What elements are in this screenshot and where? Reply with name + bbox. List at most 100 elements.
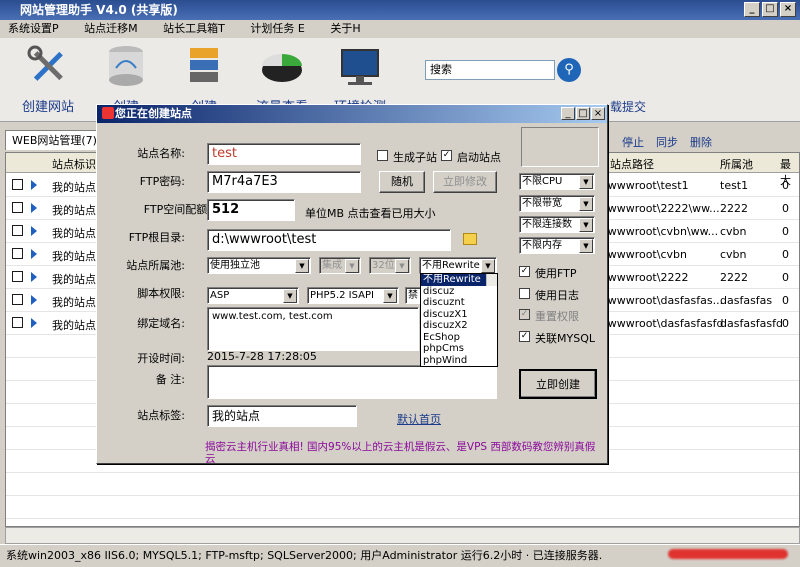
row-checkbox[interactable]: [12, 317, 23, 328]
pool-select[interactable]: 使用独立池 ▼: [207, 257, 311, 274]
stop-link[interactable]: 停止: [622, 134, 644, 150]
script-select[interactable]: ASP ▼: [207, 287, 299, 304]
row-pool: cvbn: [720, 248, 747, 261]
conn-limit-select[interactable]: 不限连接数 ▼: [519, 216, 595, 233]
app-title: 网站管理助手 V4.0 (共享版): [20, 3, 178, 17]
reset-perm-label: 重置权限: [535, 310, 579, 323]
rewrite-dropdown-list[interactable]: 不用Rewrite discuz discuznt discuzX1 discu…: [420, 273, 498, 367]
toolbar-submit-text[interactable]: 载提交: [610, 98, 646, 115]
site-name-input[interactable]: test: [207, 143, 361, 165]
search-icon[interactable]: ⚲: [557, 58, 581, 82]
menu-about[interactable]: 关于H: [330, 22, 360, 35]
tag-input[interactable]: 我的站点: [207, 405, 357, 427]
row-checkbox[interactable]: [12, 294, 23, 305]
menu-tasks[interactable]: 计划任务 E: [250, 22, 304, 35]
row-name: 我的站点: [52, 250, 96, 263]
tag-label: 站点标签:: [137, 409, 185, 422]
rewrite-option[interactable]: discuzX1: [421, 309, 497, 321]
chevron-down-icon: ▼: [345, 259, 359, 273]
rewrite-option[interactable]: phpCms: [421, 343, 497, 355]
rewrite-option[interactable]: phpWind: [421, 355, 497, 367]
row-max: 0: [782, 294, 789, 307]
row-name: 我的站点: [52, 296, 96, 309]
folder-icon[interactable]: [463, 233, 477, 245]
rewrite-option[interactable]: EcShop: [421, 332, 497, 344]
chevron-down-icon: ▼: [395, 259, 409, 273]
col-path: 站点路径: [610, 158, 654, 171]
row-checkbox[interactable]: [12, 202, 23, 213]
row-path: \wwwroot\2222\ww...: [604, 202, 720, 215]
dialog-close-button[interactable]: ×: [591, 107, 605, 120]
row-checkbox[interactable]: [12, 225, 23, 236]
minimize-button[interactable]: _: [744, 2, 760, 17]
server-icon: [180, 42, 228, 90]
delete-link[interactable]: 删除: [690, 134, 712, 150]
create-site-tool[interactable]: 创建网站: [12, 42, 84, 115]
pipeline-select[interactable]: 集成 ▼: [319, 257, 361, 274]
note-textarea[interactable]: [207, 365, 497, 399]
row-name: 我的站点: [52, 204, 96, 217]
sub-site-checkbox[interactable]: [377, 150, 388, 161]
create-site-dialog: 您正在创建站点 _ □ × 站点名称: test 生成子站 ✓ 启动站点 FTP…: [96, 104, 608, 465]
wrench-icon: [24, 42, 72, 90]
menubar: 系统设置P 站点迁移M 站长工具箱T 计划任务 E 关于H: [0, 20, 800, 38]
memory-limit-select[interactable]: 不限内存 ▼: [519, 237, 595, 254]
menu-system[interactable]: 系统设置P: [8, 22, 59, 35]
chevron-down-icon: ▼: [579, 218, 593, 232]
use-log-checkbox[interactable]: [519, 288, 530, 299]
quota-note[interactable]: 单位MB 点击查看已用大小: [305, 205, 436, 221]
reset-perm-checkbox[interactable]: ✓: [519, 309, 530, 320]
pie-chart-icon: [258, 42, 306, 90]
row-name: 我的站点: [52, 273, 96, 286]
rewrite-select[interactable]: 不用Rewrite ▼: [419, 257, 497, 274]
php-select[interactable]: PHP5.2 ISAPI ▼: [307, 287, 399, 304]
rewrite-option[interactable]: discuz: [421, 286, 497, 298]
menu-tools[interactable]: 站长工具箱T: [163, 22, 225, 35]
sub-site-label: 生成子站: [393, 151, 437, 164]
link-mysql-checkbox[interactable]: ✓: [519, 331, 530, 342]
app-titlebar: 网站管理助手 V4.0 (共享版) _ □ ×: [0, 0, 800, 20]
row-max: 0: [782, 271, 789, 284]
cpu-limit-value: 不限CPU: [522, 176, 563, 187]
ftp-pwd-input[interactable]: M7r4a7E3: [207, 171, 361, 193]
rewrite-option[interactable]: discuzX2: [421, 320, 497, 332]
create-now-button[interactable]: 立即创建: [519, 369, 597, 399]
start-site-checkbox[interactable]: ✓: [441, 150, 452, 161]
row-pool: 2222: [720, 271, 748, 284]
search-input[interactable]: 搜索: [425, 60, 555, 80]
cpu-limit-select[interactable]: 不限CPU ▼: [519, 173, 595, 190]
row-name: 我的站点: [52, 319, 96, 332]
maximize-button[interactable]: □: [762, 2, 778, 17]
rewrite-option[interactable]: discuznt: [421, 297, 497, 309]
ad-text[interactable]: 揭密云主机行业真相! 国内95%以上的云主机是假云、是VPS 西部数码教您辨别真…: [205, 441, 599, 465]
script-label: 脚本权限:: [137, 287, 185, 300]
bits-select[interactable]: 32位 ▼: [369, 257, 411, 274]
tab-web-manage[interactable]: WEB网站管理(7): [5, 130, 104, 150]
row-path: \wwwroot\dasfasfasfd: [604, 317, 724, 330]
php-extra-select[interactable]: 禁: [405, 287, 421, 304]
row-max: 0: [782, 248, 789, 261]
row-checkbox[interactable]: [12, 248, 23, 259]
dialog-maximize-button[interactable]: □: [576, 107, 590, 120]
ftp-root-input[interactable]: d:\wwwroot\test: [207, 229, 451, 251]
row-checkbox[interactable]: [12, 271, 23, 282]
ftp-quota-input[interactable]: 512: [207, 199, 295, 221]
dropdown-scrollbar[interactable]: [486, 274, 497, 286]
bandwidth-limit-select[interactable]: 不限带宽 ▼: [519, 195, 595, 212]
script-value: ASP: [210, 290, 230, 301]
row-pool: cvbn: [720, 225, 747, 238]
sync-link[interactable]: 同步: [656, 134, 678, 150]
default-page-link[interactable]: 默认首页: [397, 411, 441, 427]
close-button[interactable]: ×: [780, 2, 796, 17]
dialog-minimize-button[interactable]: _: [561, 107, 575, 120]
use-ftp-checkbox[interactable]: ✓: [519, 266, 530, 277]
domain-textarea[interactable]: www.test.com, test.com: [207, 307, 419, 351]
use-ftp-label: 使用FTP: [535, 267, 577, 280]
row-checkbox[interactable]: [12, 179, 23, 190]
random-button[interactable]: 随机: [379, 171, 425, 193]
horizontal-scrollbar[interactable]: [5, 527, 800, 544]
note-label: 备 注:: [155, 373, 185, 386]
modify-button[interactable]: 立即修改: [433, 171, 497, 193]
menu-migrate[interactable]: 站点迁移M: [84, 22, 138, 35]
link-mysql-label: 关联MYSQL: [535, 332, 595, 345]
